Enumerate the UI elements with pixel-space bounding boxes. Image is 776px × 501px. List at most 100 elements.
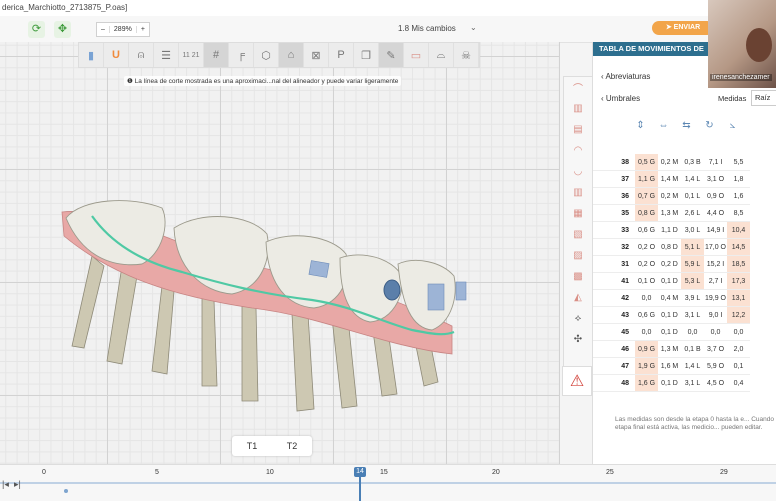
single-tooth-icon[interactable]: ⌂ bbox=[279, 43, 304, 67]
chevron-down-icon[interactable]: ⌄ bbox=[470, 23, 477, 32]
dental-arch-model[interactable] bbox=[52, 196, 472, 416]
tooth-number: 33 bbox=[593, 221, 635, 239]
arch-icon[interactable]: U bbox=[104, 43, 129, 67]
view-strip: ⌒ ▥ ▤ ◠ ◡ ▥ ▦ ▧ ▨ ▩ ◭ ⟡ ✣ bbox=[563, 76, 593, 368]
bite-icon[interactable]: ⌓ bbox=[429, 43, 454, 67]
thresholds-link[interactable]: ‹ Umbrales bbox=[601, 94, 640, 103]
movement-cell: 0,8 G bbox=[635, 204, 658, 222]
prev-stage-icon[interactable]: |◂ bbox=[2, 479, 9, 490]
movement-cell: 0,0 bbox=[704, 323, 727, 341]
tool-row: ▮ U ⍝ ☰ 11 21 # ╒ ⬡ ⌂ ⊠ P ❐ ✎ ▭ ⌓ ☠ bbox=[78, 42, 480, 68]
movement-cell: 1,1 D bbox=[658, 221, 681, 239]
tooth-number: 45 bbox=[593, 323, 635, 341]
table-row: 36 0,7 G 0,2 M 0,1 L 0,9 O 1,6 bbox=[593, 187, 750, 205]
tooth-number: 36 bbox=[593, 187, 635, 205]
measures-label: Medidas bbox=[718, 94, 747, 103]
tooth-number: 37 bbox=[593, 170, 635, 188]
left-view-icon[interactable]: ▧ bbox=[564, 224, 592, 245]
stage-timeline[interactable]: 0 5 10 15 20 25 29 14 |◂ ▸| bbox=[0, 464, 776, 501]
zoom-control: – 289% + bbox=[96, 22, 150, 37]
movement-cell: 2,0 bbox=[727, 340, 750, 358]
tick-label-end: 29 bbox=[720, 469, 728, 476]
lower-teeth-icon[interactable]: ▥ bbox=[564, 182, 592, 203]
tick-label: 0 bbox=[42, 469, 46, 476]
tooth-number: 41 bbox=[593, 272, 635, 290]
footnote: Las medidas son desde la etapa 0 hasta l… bbox=[615, 416, 776, 431]
table-row: 43 0,6 G 0,1 D 3,1 L 9,0 I 12,2 bbox=[593, 306, 750, 324]
tools-icon[interactable]: ✎ bbox=[379, 43, 404, 67]
timeline-cursor-line[interactable] bbox=[359, 477, 361, 501]
movement-cell: 0,1 D bbox=[658, 306, 681, 324]
tooth-number: 38 bbox=[593, 154, 635, 171]
timeline-current-stage[interactable]: 14 bbox=[354, 467, 366, 477]
both-arches-icon[interactable]: ▤ bbox=[564, 119, 592, 140]
movement-cell: 4,4 O bbox=[704, 204, 727, 222]
movement-cell: 0,0 bbox=[681, 323, 704, 341]
pressure-icon[interactable]: P bbox=[329, 43, 354, 67]
arch-back-icon[interactable]: ◡ bbox=[564, 161, 592, 182]
move-icon[interactable]: ✥ bbox=[54, 21, 71, 38]
superimpose-icon[interactable]: ❐ bbox=[354, 43, 379, 67]
right-view-icon[interactable]: ▨ bbox=[564, 245, 592, 266]
grid-icon[interactable]: # bbox=[204, 43, 229, 67]
stage-t2-button[interactable]: T2 bbox=[272, 436, 312, 456]
movement-cell: 3,7 O bbox=[704, 340, 727, 358]
table-row: 45 0,0 0,1 D 0,0 0,0 0,0 bbox=[593, 323, 750, 341]
open-bite-icon[interactable]: ▦ bbox=[564, 203, 592, 224]
movement-cell: 0,6 G bbox=[635, 306, 658, 324]
tooth-number: 46 bbox=[593, 340, 635, 358]
movement-cell: 0,0 bbox=[635, 289, 658, 307]
rotate-view-icon[interactable]: ⟡ bbox=[564, 308, 592, 329]
next-stage-icon[interactable]: ▸| bbox=[14, 479, 21, 490]
abbreviations-link[interactable]: ‹ Abreviaturas bbox=[601, 72, 650, 81]
zoom-value[interactable]: 289% bbox=[108, 26, 137, 33]
front-view-icon[interactable]: ▩ bbox=[564, 266, 592, 287]
pan-view-icon[interactable]: ✣ bbox=[564, 329, 592, 350]
tooth-number: 48 bbox=[593, 374, 635, 392]
numbering-icon[interactable]: 11 21 bbox=[179, 43, 204, 67]
movement-cell: 3,1 L bbox=[681, 374, 704, 392]
zoom-in-button[interactable]: + bbox=[137, 26, 149, 33]
movement-cell: 1,6 M bbox=[658, 357, 681, 375]
tooth-number: 32 bbox=[593, 238, 635, 256]
overlay-icon[interactable]: ⊠ bbox=[304, 43, 329, 67]
zoom-out-button[interactable]: – bbox=[97, 26, 109, 33]
movement-cell: 10,4 bbox=[727, 221, 750, 239]
movement-cell: 8,5 bbox=[727, 204, 750, 222]
ipr-icon[interactable]: ╒ bbox=[229, 43, 254, 67]
tick-label: 25 bbox=[606, 469, 614, 476]
tooth-icon[interactable]: ▮ bbox=[79, 43, 104, 67]
tick-label: 15 bbox=[380, 469, 388, 476]
warning-icon: ⚠ bbox=[569, 373, 585, 390]
movement-cell: 14,5 bbox=[727, 238, 750, 256]
movement-cell: 4,5 O bbox=[704, 374, 727, 392]
movement-cell: 1,6 G bbox=[635, 374, 658, 392]
gum-icon[interactable]: ▭ bbox=[404, 43, 429, 67]
occlusion-icon[interactable]: ☰ bbox=[154, 43, 179, 67]
arch-front-icon[interactable]: ◠ bbox=[564, 140, 592, 161]
warning-button[interactable]: ⚠ bbox=[562, 366, 592, 396]
upper-view-icon[interactable]: ⌒ bbox=[564, 77, 592, 98]
timeline-track[interactable] bbox=[0, 482, 776, 484]
movement-cell: 5,5 bbox=[727, 154, 750, 171]
movement-cell: 0,2 O bbox=[635, 238, 658, 256]
webcam-name: irenesanchezamer bbox=[710, 74, 772, 81]
stage-t1-button[interactable]: T1 bbox=[232, 436, 272, 456]
movement-cell: 1,3 M bbox=[658, 340, 681, 358]
changes-dropdown[interactable]: 1.8 Mis cambios bbox=[398, 24, 456, 33]
window-titlebar: derica_Marchiotto_2713875_P.oas] bbox=[0, 0, 776, 16]
upper-teeth-icon[interactable]: ▥ bbox=[564, 98, 592, 119]
teeth-view-icon[interactable]: ⍝ bbox=[129, 43, 154, 67]
thresholds-label: Umbrales bbox=[605, 94, 641, 103]
rotation-icon: ↻ bbox=[705, 120, 714, 131]
attachment-icon[interactable]: ⬡ bbox=[254, 43, 279, 67]
movement-cell: 1,8 bbox=[727, 170, 750, 188]
measures-select[interactable]: Raíz bbox=[751, 90, 776, 106]
stage-toggle: T1 T2 bbox=[232, 436, 312, 456]
send-button[interactable]: ➤ ENVIAR bbox=[652, 21, 714, 35]
movement-cell: 1,6 bbox=[727, 187, 750, 205]
occlusal-view-icon[interactable]: ◭ bbox=[564, 287, 592, 308]
refresh-icon[interactable]: ⟳ bbox=[28, 21, 45, 38]
tick-label: 5 bbox=[155, 469, 159, 476]
skull-icon[interactable]: ☠ bbox=[454, 43, 479, 67]
